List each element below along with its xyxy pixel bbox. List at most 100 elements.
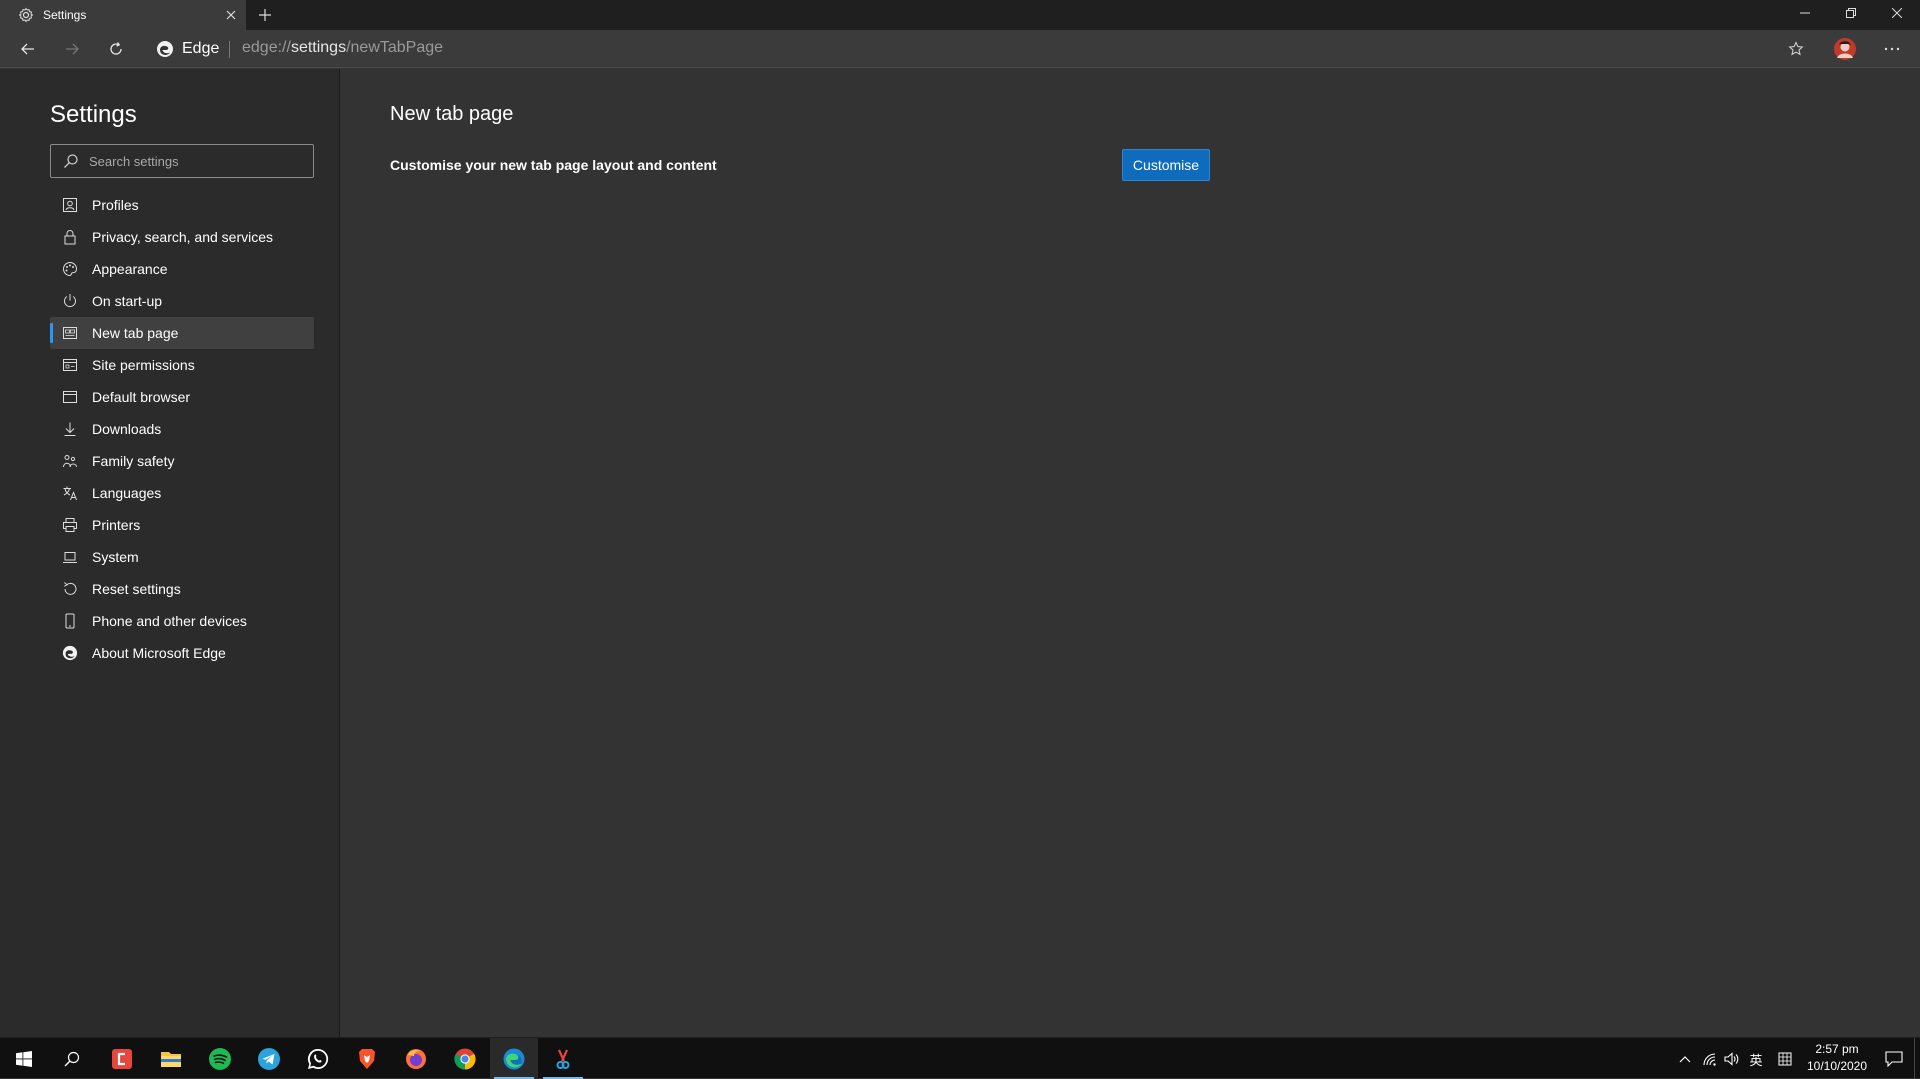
whatsapp-icon: [306, 1047, 330, 1071]
profile-avatar[interactable]: [1829, 35, 1861, 63]
spotify-icon: [208, 1047, 232, 1071]
taskbar-file-explorer[interactable]: [147, 1038, 195, 1079]
sidebar-item-appearance[interactable]: Appearance: [50, 253, 314, 285]
browser-window-icon: [62, 389, 78, 405]
url-host: settings: [290, 39, 347, 56]
show-desktop-button[interactable]: [1914, 1038, 1920, 1079]
tab-title: Settings: [43, 8, 87, 22]
new-tab-button[interactable]: [252, 2, 278, 28]
file-explorer-icon: [159, 1047, 183, 1071]
network-icon[interactable]: [1700, 1049, 1720, 1069]
sidebar-item-label: Family safety: [92, 453, 175, 469]
refresh-button[interactable]: [100, 33, 132, 65]
sidebar-item-label: System: [92, 549, 139, 565]
taskbar-spotify[interactable]: [196, 1038, 244, 1079]
taskbar-chrome[interactable]: [441, 1038, 489, 1079]
taskbar-clock[interactable]: 2:57 pm 10/10/2020: [1796, 1041, 1878, 1075]
customise-button[interactable]: Customise: [1122, 149, 1210, 181]
edge-logo-icon: [156, 40, 174, 58]
taskbar-snipping[interactable]: [539, 1038, 587, 1079]
back-button[interactable]: [12, 33, 44, 65]
minimize-button[interactable]: [1782, 0, 1828, 26]
sidebar-item-label: Downloads: [92, 421, 162, 437]
sidebar-item-on-start-up[interactable]: On start-up: [50, 285, 314, 317]
close-tab-icon[interactable]: [216, 0, 246, 30]
sidebar-item-languages[interactable]: Languages: [50, 477, 314, 509]
site-name: Edge: [182, 40, 220, 57]
taskbar-app-red[interactable]: [98, 1038, 146, 1079]
search-icon: [63, 153, 79, 169]
url-field[interactable]: edge://settings/newTabPage: [242, 39, 443, 57]
sidebar-item-privacy[interactable]: Privacy, search, and services: [50, 221, 314, 253]
address-toolbar: Edge edge://settings/newTabPage: [0, 30, 1920, 68]
taskbar-whatsapp[interactable]: [294, 1038, 342, 1079]
phone-icon: [62, 613, 78, 629]
red-app-icon: [110, 1047, 134, 1071]
sidebar-item-label: Languages: [92, 485, 162, 501]
sidebar-item-system[interactable]: System: [50, 541, 314, 573]
sidebar-item-default-browser[interactable]: Default browser: [50, 381, 314, 413]
volume-icon[interactable]: [1721, 1049, 1741, 1069]
sidebar-item-label: Default browser: [92, 389, 191, 405]
profile-icon: [62, 197, 78, 213]
chrome-icon: [453, 1047, 477, 1071]
sidebar-item-label: Reset settings: [92, 581, 181, 597]
taskbar-edge[interactable]: [490, 1038, 538, 1079]
sidebar-title: Settings: [50, 101, 137, 128]
settings-nav: Profiles Privacy, search, and services A…: [50, 189, 314, 669]
sidebar-item-label: On start-up: [92, 293, 163, 309]
keyboard-grid-icon[interactable]: [1775, 1049, 1795, 1069]
site-identity[interactable]: Edge: [156, 37, 219, 61]
sidebar-item-label: Printers: [92, 517, 141, 533]
forward-button[interactable]: [56, 33, 88, 65]
taskbar-firefox[interactable]: [392, 1038, 440, 1079]
sidebar-item-profiles[interactable]: Profiles: [50, 189, 314, 221]
favorite-star-icon[interactable]: [1780, 35, 1812, 63]
sidebar-item-new-tab-page[interactable]: New tab page: [50, 317, 314, 349]
brave-icon: [355, 1047, 379, 1071]
reset-icon: [62, 581, 78, 597]
chevron-up-icon[interactable]: [1675, 1049, 1695, 1069]
telegram-icon: [257, 1047, 281, 1071]
edge-logo-icon: [62, 645, 78, 661]
sidebar-item-printers[interactable]: Printers: [50, 509, 314, 541]
restore-button[interactable]: [1828, 0, 1874, 26]
sidebar-item-site-permissions[interactable]: Site permissions: [50, 349, 314, 381]
url-scheme: edge://: [242, 39, 291, 56]
edge-icon: [502, 1047, 526, 1071]
divider: [229, 41, 230, 58]
sidebar-item-downloads[interactable]: Downloads: [50, 413, 314, 445]
taskbar-search-button[interactable]: [48, 1038, 96, 1079]
settings-sidebar: Settings Profiles Privacy, search, and s…: [0, 69, 340, 1037]
taskbar-brave[interactable]: [343, 1038, 391, 1079]
notification-center-icon[interactable]: [1876, 1038, 1912, 1079]
sidebar-item-label: New tab page: [92, 325, 179, 341]
start-button[interactable]: [0, 1038, 48, 1079]
sidebar-item-phone-devices[interactable]: Phone and other devices: [50, 605, 314, 637]
search-input[interactable]: [89, 153, 309, 169]
snipping-icon: [551, 1047, 575, 1071]
sidebar-item-family-safety[interactable]: Family safety: [50, 445, 314, 477]
page-title: New tab page: [390, 103, 514, 125]
more-options-icon[interactable]: [1876, 35, 1908, 63]
search-icon: [64, 1051, 80, 1067]
title-bar: Settings: [0, 0, 1920, 30]
site-permissions-icon: [62, 357, 78, 373]
language-icon: [62, 485, 78, 501]
printer-icon: [62, 517, 78, 533]
tab-settings[interactable]: Settings: [0, 0, 246, 30]
taskbar-telegram[interactable]: [245, 1038, 293, 1079]
search-settings-box[interactable]: [50, 144, 314, 178]
download-icon: [62, 421, 78, 437]
clock-time: 2:57 pm: [1815, 1042, 1859, 1056]
gear-icon: [18, 7, 34, 23]
input-method-indicator[interactable]: 英: [1746, 1049, 1766, 1069]
close-window-button[interactable]: [1874, 0, 1920, 26]
palette-icon: [62, 261, 78, 277]
windows-logo-icon: [16, 1050, 32, 1067]
sidebar-item-about-edge[interactable]: About Microsoft Edge: [50, 637, 314, 669]
sidebar-item-reset-settings[interactable]: Reset settings: [50, 573, 314, 605]
new-tab-icon: [62, 325, 78, 341]
sidebar-item-label: Phone and other devices: [92, 613, 247, 629]
url-path: /newTabPage: [346, 39, 444, 56]
